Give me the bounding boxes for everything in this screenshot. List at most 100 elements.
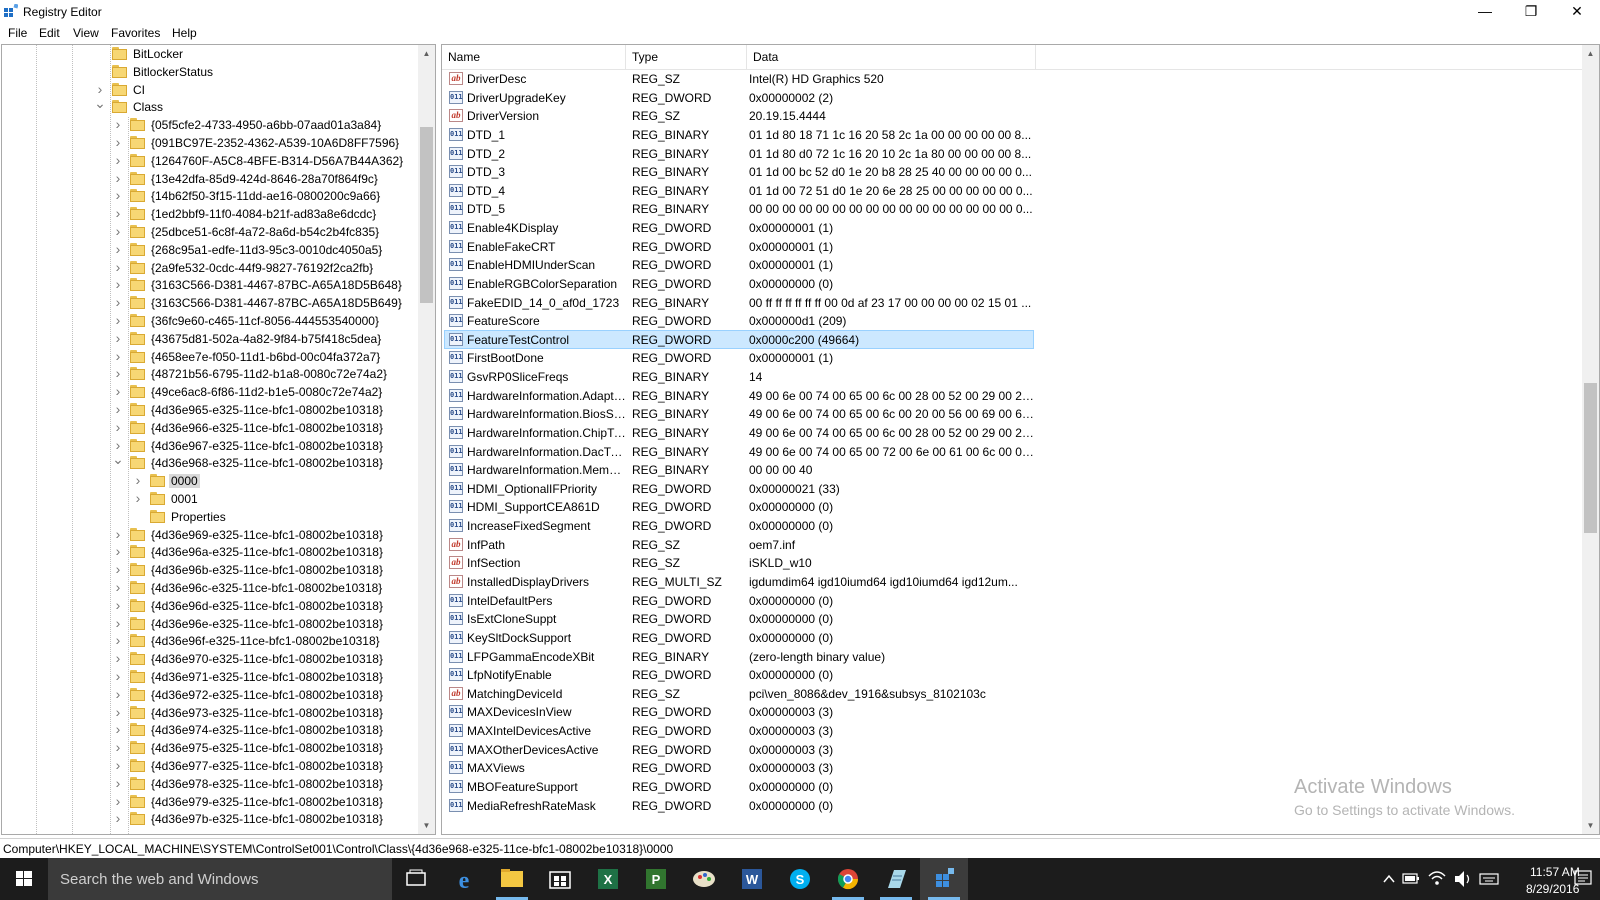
tree-node[interactable]: BitLocker [2, 45, 422, 63]
value-row[interactable]: 011 IntelDefaultPers REG_DWORD 0x00000000 (… [442, 591, 1582, 610]
tree-node[interactable]: › 0000 [2, 472, 422, 490]
menu-file[interactable]: File [8, 26, 27, 40]
value-row[interactable]: 011 DTD_5 REG_BINARY 00 00 00 00 00 00 00 0… [442, 199, 1582, 218]
tree-node-label[interactable]: Class [131, 100, 165, 114]
expand-arrow-icon[interactable]: › [112, 366, 124, 380]
tree-node-label[interactable]: {4d36e96a-e325-11ce-bfc1-08002be10318} [149, 545, 385, 559]
value-row[interactable]: 011 EnableHDMIUnderScan REG_DWORD 0x0000000… [442, 255, 1582, 274]
tree-node[interactable]: › {091BC97E-2352-4362-A539-10A6D8FF7596} [2, 134, 422, 152]
notepad-button[interactable] [872, 858, 920, 900]
tree-node[interactable]: › 0001 [2, 490, 422, 508]
expand-arrow-icon[interactable]: › [112, 402, 124, 416]
tree-node-label[interactable]: {4d36e979-e325-11ce-bfc1-08002be10318} [149, 795, 385, 809]
tree-node-label[interactable]: {49ce6ac8-6f86-11d2-b1e5-0080c72e74a2} [149, 385, 384, 399]
tree-scrollbar-thumb[interactable] [420, 127, 433, 303]
value-row[interactable]: 011 KeySltDockSupport REG_DWORD 0x00000000 … [442, 628, 1582, 647]
value-row[interactable]: 011 FeatureTestControl REG_DWORD 0x0000c200… [442, 329, 1582, 349]
expand-arrow-icon[interactable]: › [112, 633, 124, 647]
tree-node-label[interactable]: BitlockerStatus [131, 65, 215, 79]
value-row[interactable]: 011 IsExtCloneSuppt REG_DWORD 0x00000000 (0… [442, 609, 1582, 628]
tree-node-label[interactable]: {4d36e969-e325-11ce-bfc1-08002be10318} [149, 528, 385, 542]
expand-arrow-icon[interactable]: › [112, 331, 124, 345]
tree-node-label[interactable]: {4d36e965-e325-11ce-bfc1-08002be10318} [149, 403, 385, 417]
tree-node-label[interactable]: {4d36e973-e325-11ce-bfc1-08002be10318} [149, 706, 385, 720]
expand-arrow-icon[interactable]: › [112, 242, 124, 256]
tree-node-label[interactable]: {3163C566-D381-4467-87BC-A65A18D5B649} [149, 296, 404, 310]
value-row[interactable]: 011 DriverUpgradeKey REG_DWORD 0x00000002 (… [442, 88, 1582, 107]
menu-view[interactable]: View [73, 26, 99, 40]
tree-node[interactable]: › {13e42dfa-85d9-424d-8646-28a70f864f9c} [2, 170, 422, 188]
value-row[interactable]: 011 Enable4KDisplay REG_DWORD 0x00000001 (1… [442, 218, 1582, 237]
tree-node[interactable]: › {4d36e973-e325-11ce-bfc1-08002be10318} [2, 704, 422, 722]
tree-node[interactable]: › {1264760F-A5C8-4BFE-B314-D56A7B44A362} [2, 152, 422, 170]
value-row[interactable]: 011 DTD_4 REG_BINARY 01 1d 00 72 51 d0 1e 2… [442, 181, 1582, 200]
excel-button[interactable]: X [584, 858, 632, 900]
menu-help[interactable]: Help [172, 26, 197, 40]
tree-node-label[interactable]: {4658ee7e-f050-11d1-b6bd-00c04fa372a7} [149, 350, 382, 364]
tree-node-label[interactable]: {2a9fe532-0cdc-44f9-9827-76192f2ca2fb} [149, 261, 375, 275]
task-view-button[interactable] [392, 858, 440, 900]
tree-node-label[interactable]: {4d36e970-e325-11ce-bfc1-08002be10318} [149, 652, 385, 666]
expand-arrow-icon[interactable]: › [112, 562, 124, 576]
value-row[interactable]: ab InfPath REG_SZ oem7.inf [442, 535, 1582, 554]
values-scrollbar-thumb[interactable] [1584, 383, 1597, 533]
tree-node[interactable]: › {4d36e966-e325-11ce-bfc1-08002be10318} [2, 419, 422, 437]
tree-node-label[interactable]: {4d36e96e-e325-11ce-bfc1-08002be10318} [149, 617, 385, 631]
tree-node[interactable]: › {268c95a1-edfe-11d3-95c3-0010dc4050a5} [2, 241, 422, 259]
tree-node[interactable]: Properties [2, 508, 422, 526]
expand-arrow-icon[interactable]: › [112, 651, 124, 665]
value-row[interactable]: ab InfSection REG_SZ iSKLD_w10 [442, 553, 1582, 572]
value-row[interactable]: 011 GsvRP0SliceFreqs REG_BINARY 14 [442, 367, 1582, 386]
tree-node-label[interactable]: {091BC97E-2352-4362-A539-10A6D8FF7596} [149, 136, 401, 150]
expand-arrow-icon[interactable]: › [112, 171, 124, 185]
tree-node[interactable]: › {4658ee7e-f050-11d1-b6bd-00c04fa372a7} [2, 348, 422, 366]
tree-node[interactable]: › {4d36e96b-e325-11ce-bfc1-08002be10318} [2, 561, 422, 579]
skype-button[interactable]: S [776, 858, 824, 900]
tree-node[interactable]: › {1ed2bbf9-11f0-4084-b21f-ad83a8e6dcdc} [2, 205, 422, 223]
tree-node-label[interactable]: {4d36e96f-e325-11ce-bfc1-08002be10318} [149, 634, 382, 648]
expand-arrow-icon[interactable]: › [112, 669, 124, 683]
regedit-button[interactable] [920, 858, 968, 900]
value-row[interactable]: 011 EnableFakeCRT REG_DWORD 0x00000001 (1) [442, 237, 1582, 256]
action-center-icon[interactable] [1572, 858, 1594, 900]
tree-node-label[interactable]: {36fc9e60-c465-11cf-8056-444553540000} [149, 314, 381, 328]
expand-arrow-icon[interactable]: › [112, 722, 124, 736]
value-row[interactable]: 011 DTD_1 REG_BINARY 01 1d 80 18 71 1c 16 2… [442, 125, 1582, 144]
expand-arrow-icon[interactable]: › [132, 491, 144, 505]
tree-node[interactable]: › {3163C566-D381-4467-87BC-A65A18D5B649} [2, 294, 422, 312]
tree-node[interactable]: › {49ce6ac8-6f86-11d2-b1e5-0080c72e74a2} [2, 383, 422, 401]
maximize-button[interactable]: ❐ [1508, 0, 1554, 24]
tree-node[interactable]: BitlockerStatus [2, 63, 422, 81]
keyboard-icon[interactable] [1478, 858, 1500, 900]
values-scrollbar[interactable]: ▲ ▼ [1582, 45, 1599, 834]
value-row[interactable]: ab MatchingDeviceId REG_SZ pci\ven_8086&dev… [442, 684, 1582, 703]
tree-node-label[interactable]: {4d36e968-e325-11ce-bfc1-08002be10318} [149, 456, 385, 470]
value-row[interactable]: 011 LFPGammaEncodeXBit REG_BINARY (zero-len… [442, 647, 1582, 666]
tree-node[interactable]: › {4d36e96a-e325-11ce-bfc1-08002be10318} [2, 543, 422, 561]
tree-node-label[interactable]: {3163C566-D381-4467-87BC-A65A18D5B648} [149, 278, 404, 292]
expand-arrow-icon[interactable]: › [112, 260, 124, 274]
tree-node-label[interactable]: {268c95a1-edfe-11d3-95c3-0010dc4050a5} [149, 243, 384, 257]
column-header-name[interactable]: Name [442, 45, 626, 69]
tree-node[interactable]: › {4d36e978-e325-11ce-bfc1-08002be10318} [2, 775, 422, 793]
value-row[interactable]: 011 DTD_2 REG_BINARY 01 1d 80 d0 72 1c 16 2… [442, 144, 1582, 163]
tree-node[interactable]: › {4d36e96f-e325-11ce-bfc1-08002be10318} [2, 632, 422, 650]
tree-node-label[interactable]: {4d36e966-e325-11ce-bfc1-08002be10318} [149, 421, 385, 435]
expand-arrow-icon[interactable]: › [112, 527, 124, 541]
registry-values-list[interactable]: Name Type Data ab DriverDesc REG_SZ Intel(R… [441, 44, 1600, 835]
value-row[interactable]: 011 MAXViews REG_DWORD 0x00000003 (3) [442, 758, 1582, 777]
expand-arrow-icon[interactable]: › [112, 224, 124, 238]
tree-node[interactable]: › {4d36e969-e325-11ce-bfc1-08002be10318} [2, 526, 422, 544]
tree-node-label[interactable]: Properties [169, 510, 228, 524]
expand-arrow-icon[interactable]: › [112, 135, 124, 149]
expand-arrow-icon[interactable]: › [112, 384, 124, 398]
tree-node[interactable]: › {14b62f50-3f15-11dd-ae16-0800200c9a66} [2, 187, 422, 205]
expand-arrow-icon[interactable]: › [112, 206, 124, 220]
value-row[interactable]: 011 HardwareInformation.AdapterString REG_… [442, 386, 1582, 405]
start-button[interactable] [0, 858, 48, 900]
expand-arrow-icon[interactable]: › [112, 705, 124, 719]
tree-node[interactable]: › {2a9fe532-0cdc-44f9-9827-76192f2ca2fb} [2, 259, 422, 277]
expand-arrow-icon[interactable]: › [112, 776, 124, 790]
tree-node[interactable]: › {4d36e972-e325-11ce-bfc1-08002be10318} [2, 686, 422, 704]
wifi-icon[interactable] [1426, 858, 1448, 900]
